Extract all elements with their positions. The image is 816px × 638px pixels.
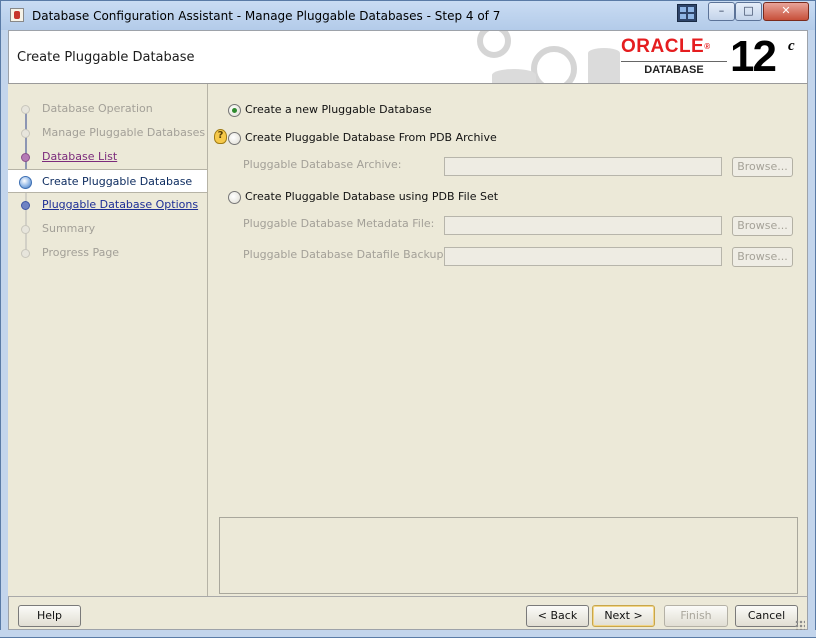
metadata-file-label: Pluggable Database Metadata File:: [243, 217, 435, 230]
step-label[interactable]: Pluggable Database Options: [42, 198, 198, 211]
datafile-browse-button[interactable]: Browse...: [732, 247, 793, 267]
step-database-operation: Database Operation: [8, 97, 207, 121]
oracle-logo: ORACLE® DATABASE: [621, 37, 727, 76]
step-label: Create Pluggable Database: [42, 175, 193, 188]
gears-decoration-icon: [477, 31, 620, 83]
step-manage-pluggable-databases: Manage Pluggable Databases: [8, 121, 207, 145]
monitor-icon[interactable]: [677, 4, 697, 22]
option-label[interactable]: Create Pluggable Database From PDB Archi…: [245, 131, 497, 144]
datafile-backup-input[interactable]: [444, 247, 722, 266]
option-label[interactable]: Create a new Pluggable Database: [245, 103, 432, 116]
main-content: Create a new Pluggable Database ? Create…: [209, 84, 808, 596]
step-dot: [21, 105, 30, 114]
step-dot: [21, 249, 30, 258]
step-label: Database Operation: [42, 102, 153, 115]
step-label: Summary: [42, 222, 96, 235]
version-suffix: c: [788, 38, 795, 54]
radio-from-fileset[interactable]: [228, 191, 241, 204]
hint-bulb-icon: ?: [214, 129, 227, 144]
next-button[interactable]: Next >: [592, 605, 655, 627]
maximize-button[interactable]: □: [735, 2, 762, 21]
step-dot-current: [19, 176, 32, 189]
message-panel: [219, 517, 798, 594]
step-label: Progress Page: [42, 246, 120, 259]
radio-from-archive[interactable]: [228, 132, 241, 145]
version-number: 12: [730, 32, 777, 81]
window-title: Database Configuration Assistant - Manag…: [32, 9, 501, 23]
window-border-left: [0, 30, 8, 638]
step-dot: [21, 225, 30, 234]
cancel-button[interactable]: Cancel: [735, 605, 798, 627]
header-banner: Create Pluggable Database ORACLE® DATABA…: [8, 30, 808, 84]
page-title: Create Pluggable Database: [17, 50, 195, 65]
archive-label: Pluggable Database Archive:: [243, 158, 402, 171]
step-database-list[interactable]: Database List: [8, 145, 207, 169]
finish-button: Finish: [664, 605, 728, 627]
step-label[interactable]: Database List: [42, 150, 117, 163]
step-progress-page: Progress Page: [8, 241, 207, 265]
steps-nav: Database Operation Manage Pluggable Data…: [8, 84, 208, 596]
window-titlebar[interactable]: Database Configuration Assistant - Manag…: [0, 0, 816, 30]
app-icon: [10, 8, 24, 22]
step-dot: [21, 153, 30, 162]
step-summary: Summary: [8, 217, 207, 241]
minimize-button[interactable]: –: [708, 2, 735, 21]
button-bar: Help < Back Next > Finish Cancel: [8, 596, 808, 630]
step-create-pluggable-database[interactable]: Create Pluggable Database: [8, 169, 207, 193]
close-button[interactable]: ✕: [763, 2, 809, 21]
help-button[interactable]: Help: [18, 605, 81, 627]
window-border-right: [808, 30, 816, 638]
step-dot: [21, 201, 30, 210]
window-border-bottom: [0, 630, 816, 638]
metadata-browse-button[interactable]: Browse...: [732, 216, 793, 236]
archive-input[interactable]: [444, 157, 722, 176]
back-button[interactable]: < Back: [526, 605, 589, 627]
metadata-file-input[interactable]: [444, 216, 722, 235]
option-label[interactable]: Create Pluggable Database using PDB File…: [245, 190, 498, 203]
step-pluggable-database-options[interactable]: Pluggable Database Options: [8, 193, 207, 217]
radio-new-pdb[interactable]: [228, 104, 241, 117]
step-dot: [21, 129, 30, 138]
resize-grip[interactable]: [795, 620, 805, 630]
archive-browse-button[interactable]: Browse...: [732, 157, 793, 177]
datafile-backup-label: Pluggable Database Datafile Backup:: [243, 248, 448, 261]
step-label: Manage Pluggable Databases: [42, 126, 206, 139]
